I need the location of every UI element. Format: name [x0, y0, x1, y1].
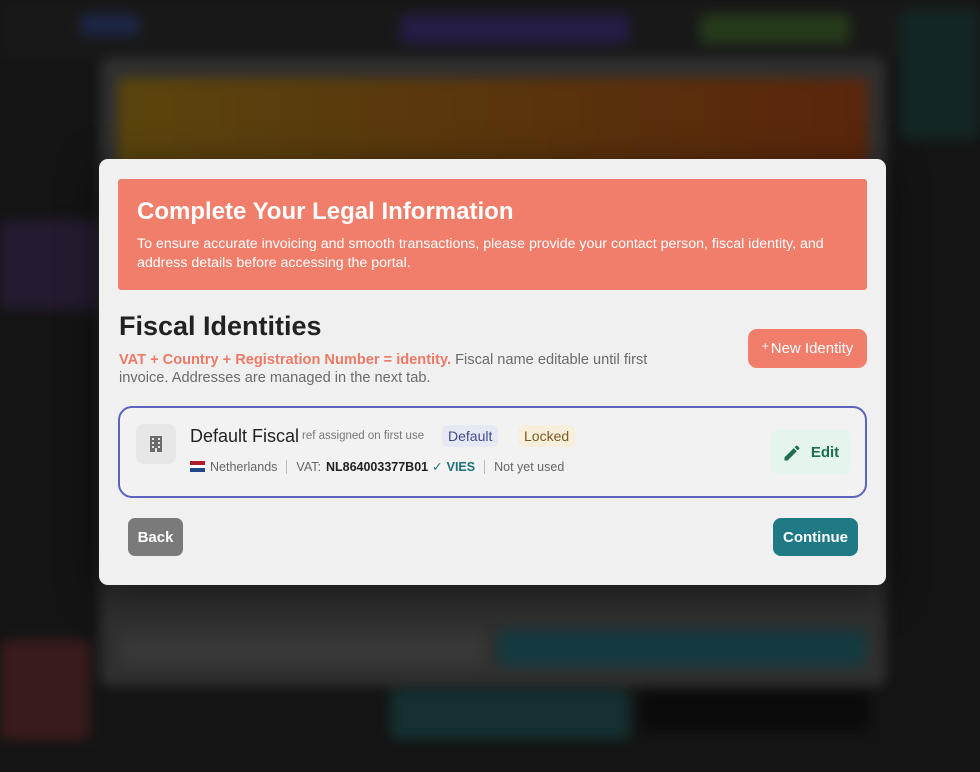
divider — [484, 459, 486, 474]
plus-icon: + — [761, 338, 769, 353]
section-description: VAT + Country + Registration Number = id… — [119, 351, 679, 387]
divider — [286, 459, 288, 474]
pencil-icon — [784, 444, 800, 460]
edit-label: Edit — [810, 444, 840, 461]
back-button[interactable]: Back — [128, 518, 183, 556]
default-badge: Default — [442, 425, 499, 447]
netherlands-flag-icon — [190, 461, 205, 473]
locked-badge: Locked — [518, 425, 576, 447]
banner-text: To ensure accurate invoicing and smooth … — [137, 236, 824, 271]
vies-label: VIES — [446, 459, 476, 474]
section-title: Fiscal Identities — [119, 311, 322, 341]
edit-identity-button[interactable]: Edit — [770, 430, 851, 475]
building-icon — [136, 424, 176, 464]
identity-rule-highlight: VAT + Country + Registration Number = id… — [119, 352, 452, 368]
identity-meta: Netherlands VAT: NL864003377B01 ✓ VIES N… — [190, 459, 564, 474]
banner-title: Complete Your Legal Information — [137, 198, 514, 225]
vat-number: NL864003377B01 — [325, 459, 429, 474]
vat-label: VAT: — [296, 459, 321, 474]
new-identity-button[interactable]: + New Identity — [748, 329, 867, 368]
usage-status: Not yet used — [494, 459, 565, 474]
fiscal-identity-card: Default Fiscal ref assigned on first use… — [118, 406, 867, 498]
ref-note: ref assigned on first use — [302, 430, 425, 442]
new-identity-label: New Identity — [770, 340, 854, 357]
identity-name: Default Fiscal — [190, 426, 300, 446]
info-banner: Complete Your Legal Information To ensur… — [118, 179, 867, 290]
vies-check-icon: ✓ — [432, 460, 443, 474]
country-label: Netherlands — [210, 459, 278, 474]
continue-button[interactable]: Continue — [773, 518, 858, 556]
legal-info-modal: × Complete Your Legal Information To ens… — [99, 159, 886, 585]
